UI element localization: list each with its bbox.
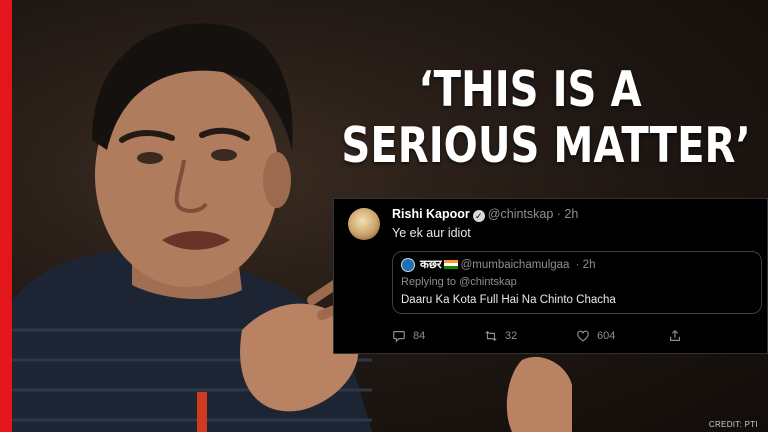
quoted-author-name[interactable]: कछर: [420, 259, 442, 271]
quoted-author-handle[interactable]: @mumbaichamulgaa: [461, 259, 570, 271]
tweet-actions: 84 32 604: [392, 329, 752, 345]
quoted-tweet-header: कछर @mumbaichamulgaa · 2h: [420, 257, 595, 272]
headline: ‘THIS IS A SERIOUS MATTER’: [341, 61, 751, 174]
author-handle[interactable]: @chintskap: [488, 207, 554, 221]
quoted-author-avatar[interactable]: [401, 258, 415, 272]
heart-icon: [577, 330, 589, 342]
reply-icon: [393, 331, 405, 343]
tweet-text: Ye ek aur idiot: [392, 226, 471, 240]
photo-credit: CREDIT: PTI: [708, 420, 758, 429]
quoted-tweet-text: Daaru Ka Kota Full Hai Na Chinto Chacha: [401, 294, 616, 306]
retweet-count: 32: [505, 330, 518, 342]
like-count: 604: [597, 330, 616, 342]
tweet-time[interactable]: · 2h: [557, 207, 579, 221]
quoted-tweet[interactable]: कछर @mumbaichamulgaa · 2h Replying to @ch…: [392, 251, 762, 314]
author-name[interactable]: Rishi Kapoor: [392, 207, 470, 221]
share-button[interactable]: [668, 329, 682, 343]
tweet-card[interactable]: Rishi Kapoor ✓ @chintskap · 2h Ye ek aur i…: [333, 198, 768, 354]
verified-badge-icon: ✓: [472, 210, 485, 222]
retweet-icon: [485, 330, 497, 342]
replying-to-label: Replying to @chintskap: [401, 276, 517, 288]
headline-line-1: ‘THIS IS A: [418, 61, 642, 118]
india-flag-icon: [443, 260, 458, 269]
author-avatar[interactable]: [348, 208, 380, 240]
news-thumbnail: ‘THIS IS A SERIOUS MATTER’ Rishi Kapoor ✓…: [0, 0, 768, 432]
like-button[interactable]: 604: [576, 329, 615, 343]
quoted-tweet-time: · 2h: [575, 259, 596, 271]
tweet-header: Rishi Kapoor ✓ @chintskap · 2h: [392, 207, 578, 222]
reply-count: 84: [413, 330, 426, 342]
reply-button[interactable]: 84: [392, 329, 425, 343]
headline-line-2: SERIOUS MATTER’: [341, 117, 751, 174]
retweet-button[interactable]: 32: [484, 329, 517, 343]
share-icon: [670, 329, 680, 341]
red-accent-bar: [0, 0, 12, 432]
